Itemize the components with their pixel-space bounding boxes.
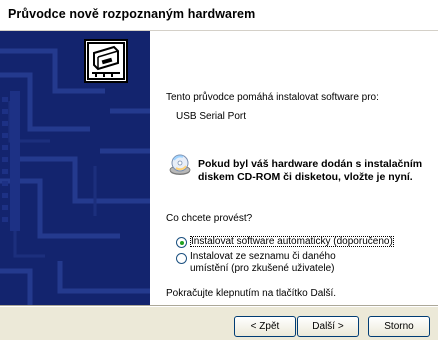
cancel-button[interactable]: Storno <box>368 316 430 337</box>
cd-rom-icon <box>169 154 191 175</box>
continue-text: Pokračujte klepnutím na tlačítko Další. <box>166 288 337 299</box>
device-name: USB Serial Port <box>176 111 247 122</box>
wizard-content: Tento průvodce pomáhá instalovat softwar… <box>150 31 438 305</box>
wizard-window: Průvodce nově rozpoznaným hardwarem Tent… <box>0 0 438 340</box>
hardware-wizard-icon <box>84 39 128 83</box>
wizard-footer: < Zpět Další > Storno <box>0 307 438 340</box>
next-button[interactable]: Další > <box>297 316 359 337</box>
question-text: Co chcete provést? <box>166 213 253 224</box>
back-button[interactable]: < Zpět <box>234 316 296 337</box>
radio-install-from-list[interactable] <box>176 253 187 264</box>
wizard-header: Průvodce nově rozpoznaným hardwarem <box>0 0 438 31</box>
intro-text: Tento průvodce pomáhá instalovat softwar… <box>166 92 379 103</box>
cd-rom-notice: Pokud byl váš hardware dodán s instalačn… <box>198 158 423 183</box>
option-automatic-label[interactable]: Instalovat software automaticky (doporuč… <box>190 236 394 247</box>
radio-install-automatic[interactable] <box>176 237 187 248</box>
option-from-list-label-line2[interactable]: umístění (pro zkušené uživatele) <box>190 263 335 274</box>
wizard-banner <box>0 31 150 305</box>
window-title: Průvodce nově rozpoznaným hardwarem <box>8 7 256 21</box>
option-from-list-label-line1[interactable]: Instalovat ze seznamu či daného <box>190 251 336 262</box>
